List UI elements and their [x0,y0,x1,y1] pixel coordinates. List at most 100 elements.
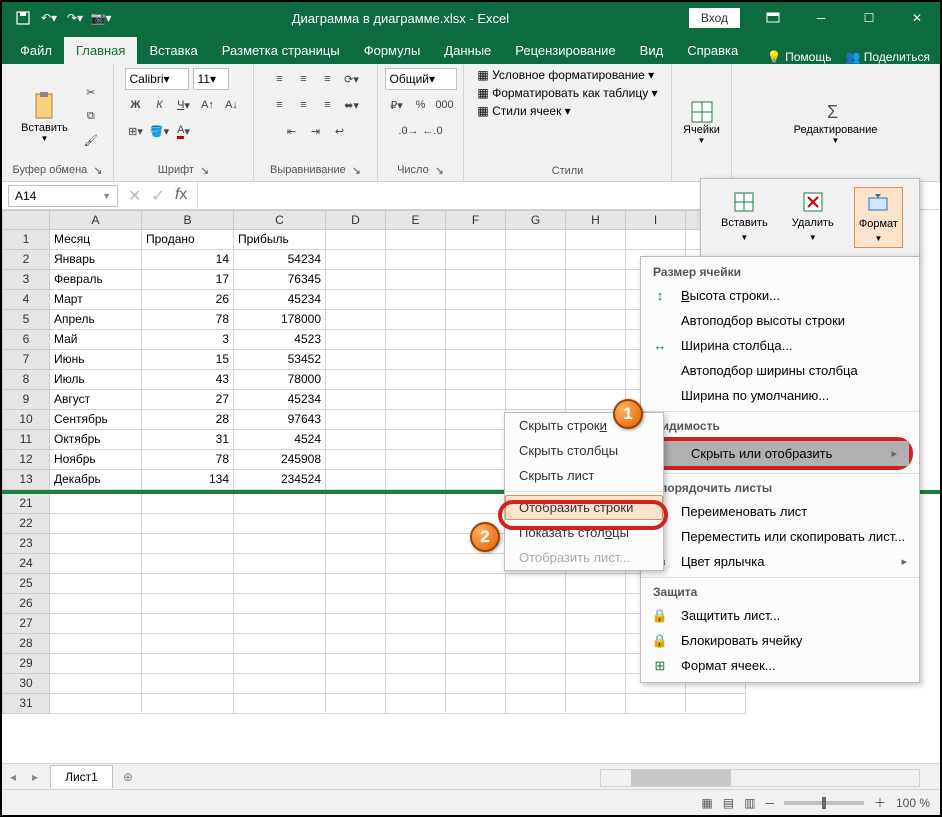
cond-format-button[interactable]: ▦ Условное форматирование ▾ [477,68,654,82]
row-header[interactable]: 24 [2,554,50,574]
cell[interactable] [234,494,326,514]
cell[interactable] [386,694,446,714]
cell[interactable] [506,390,566,410]
tab-formulas[interactable]: Формулы [352,37,433,64]
zoom-out-icon[interactable]: ─ [765,796,774,810]
cell[interactable] [326,514,386,534]
row-header[interactable]: 21 [2,494,50,514]
row-header[interactable]: 2 [2,250,50,270]
cell[interactable] [386,470,446,490]
cell[interactable]: 28 [142,410,234,430]
cell[interactable] [234,694,326,714]
menu-lock-cell[interactable]: 🔒Блокировать ячейку [641,628,919,653]
cell[interactable] [326,310,386,330]
cell[interactable] [566,250,626,270]
cell[interactable] [326,270,386,290]
menu-show-cols[interactable]: Показать столбцы [505,520,663,545]
cell[interactable] [386,450,446,470]
tab-review[interactable]: Рецензирование [503,37,627,64]
cell[interactable] [566,694,626,714]
cell[interactable] [626,694,686,714]
column-header[interactable]: C [234,210,326,230]
cell[interactable] [566,574,626,594]
cell[interactable] [506,654,566,674]
cell[interactable]: Ноябрь [50,450,142,470]
cell[interactable]: 31 [142,430,234,450]
cell[interactable] [446,574,506,594]
cell[interactable]: Продано [142,230,234,250]
row-header[interactable]: 29 [2,654,50,674]
indent-inc-icon[interactable]: ⇥ [305,120,327,142]
cell[interactable] [386,534,446,554]
tab-view[interactable]: Вид [628,37,676,64]
cell[interactable] [686,694,746,714]
column-header[interactable]: B [142,210,234,230]
thousands-icon[interactable]: 000 [434,94,456,116]
cell[interactable] [446,290,506,310]
cell[interactable] [446,494,506,514]
cell[interactable]: 17 [142,270,234,290]
view-pagelayout-icon[interactable]: ▤ [723,796,734,810]
cell[interactable]: Октябрь [50,430,142,450]
cell[interactable] [386,614,446,634]
fx-icon[interactable]: fx [175,186,187,206]
tab-help[interactable]: Справка [675,37,750,64]
font-size-combo[interactable]: 11 ▾ [193,68,229,90]
undo-icon[interactable]: ↶▾ [38,7,60,29]
dialog-launcher-icon[interactable]: ↘ [200,164,209,177]
row-header[interactable]: 25 [2,574,50,594]
sheet-nav-prev-icon[interactable]: ◂ [2,770,24,784]
cell[interactable]: Март [50,290,142,310]
cell[interactable] [506,634,566,654]
row-header[interactable]: 10 [2,410,50,430]
cancel-formula-icon[interactable]: ✕ [128,186,141,206]
cell[interactable] [446,654,506,674]
cell[interactable] [386,554,446,574]
cell[interactable] [326,574,386,594]
cell[interactable]: 54234 [234,250,326,270]
column-header[interactable]: F [446,210,506,230]
column-header[interactable]: G [506,210,566,230]
tab-pagelayout[interactable]: Разметка страницы [210,37,352,64]
dialog-launcher-icon[interactable]: ↘ [93,164,102,177]
tab-insert[interactable]: Вставка [137,37,209,64]
cell[interactable] [386,634,446,654]
cell[interactable]: 78000 [234,370,326,390]
cell[interactable] [446,310,506,330]
cell[interactable]: 245908 [234,450,326,470]
format-painter-icon[interactable]: 🖌 [80,129,102,151]
cell-styles-button[interactable]: ▦ Стили ячеек ▾ [477,104,570,118]
menu-default-width[interactable]: Ширина по умолчанию... [641,383,919,408]
cell[interactable]: 14 [142,250,234,270]
column-header[interactable]: E [386,210,446,230]
row-header[interactable]: 28 [2,634,50,654]
cell[interactable]: 3 [142,330,234,350]
cell[interactable]: 43 [142,370,234,390]
cell[interactable] [566,614,626,634]
menu-rename-sheet[interactable]: ●Переименовать лист [641,499,919,524]
cell[interactable]: 53452 [234,350,326,370]
row-header[interactable]: 8 [2,370,50,390]
font-shrink-icon[interactable]: A↓ [221,94,243,116]
cell[interactable]: 15 [142,350,234,370]
cell[interactable] [506,614,566,634]
menu-autofit-row[interactable]: Автоподбор высоты строки [641,308,919,333]
cell[interactable] [386,430,446,450]
font-name-combo[interactable]: Calibri ▾ [125,68,189,90]
wrap-icon[interactable]: ↩ [329,120,351,142]
cell[interactable] [142,554,234,574]
row-header[interactable]: 27 [2,614,50,634]
insert-cells-button[interactable]: Вставить▼ [717,187,772,248]
cell[interactable] [386,310,446,330]
menu-move-copy[interactable]: Переместить или скопировать лист... [641,524,919,549]
cell[interactable] [446,390,506,410]
cell[interactable] [142,514,234,534]
menu-protect-sheet[interactable]: 🔒Защитить лист... [641,603,919,628]
align-top-icon[interactable]: ≡ [269,68,291,90]
cell[interactable] [386,410,446,430]
underline-icon[interactable]: Ч▾ [173,94,195,116]
cell[interactable]: 26 [142,290,234,310]
cell[interactable] [50,574,142,594]
font-color-icon[interactable]: A▾ [173,120,195,142]
borders-icon[interactable]: ⊞▾ [125,120,147,142]
